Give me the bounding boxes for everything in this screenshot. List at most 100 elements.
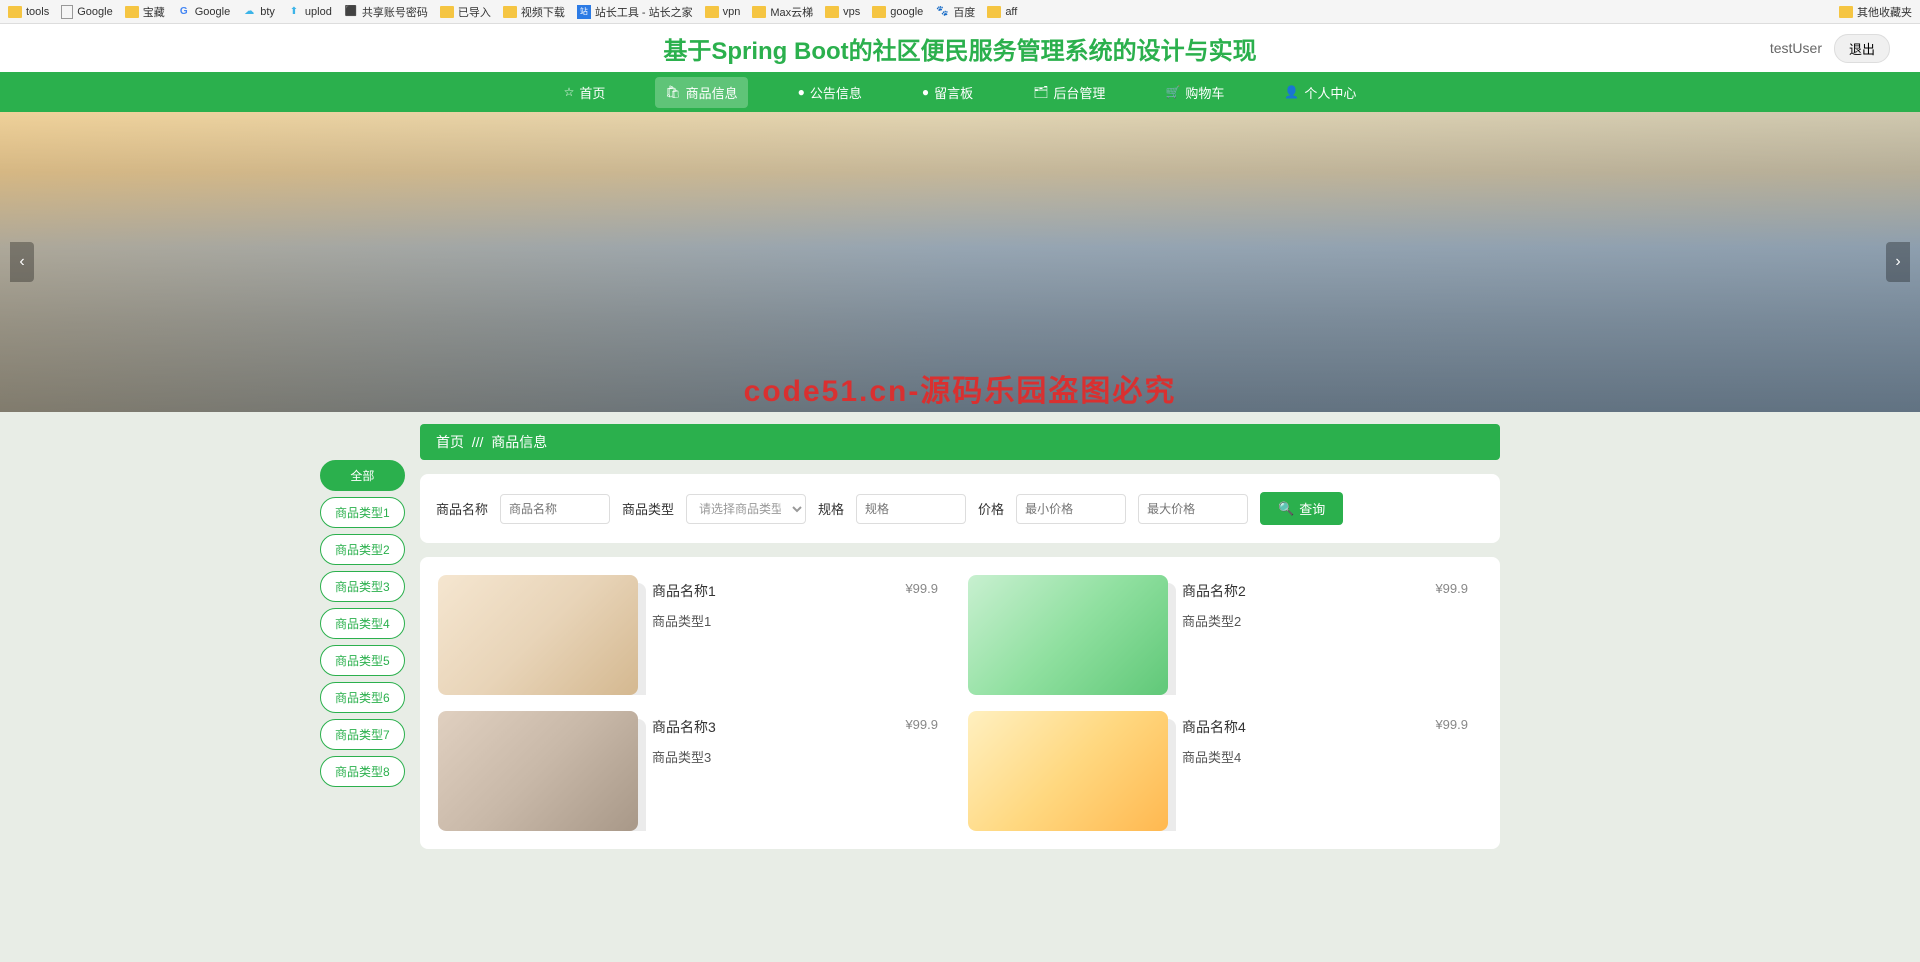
bookmark-label: 百度 [953,4,975,20]
content-wrap: 首页 /// 商品信息 全部 商品类型1 商品类型2 商品类型3 商品类型4 商品类型5… [0,412,1920,889]
bookmark-label: bty [260,6,275,18]
nav-item[interactable]: 🛒购物车 [1155,77,1234,108]
nav-label: 购物车 [1185,83,1224,102]
category-item[interactable]: 商品类型2 [320,534,405,565]
filter-type-select[interactable]: 请选择商品类型 [686,494,806,524]
bookmark-bar: tools Google 宝藏 GGoogle ☁bty ⬆ uplod ⬛共享账号密码 已导入… [0,0,1920,24]
nav-item[interactable]: ●留言板 [912,77,983,108]
watermark-text: code51.cn-源码乐园盗图必究 [744,366,1177,410]
bookmark-item[interactable]: aff [987,6,1017,18]
category-item[interactable]: 商品类型5 [320,645,405,676]
banner-carousel: ‹ › code51.cn-源码乐园盗图必究 [0,112,1920,412]
bookmark-label: uplod [305,6,332,18]
folder-icon [1839,6,1853,18]
bookmark-item[interactable]: 🐾百度 [935,4,975,20]
nav-item[interactable]: ●公告信息 [788,77,872,108]
folder-icon [752,6,766,18]
page-icon [61,5,73,19]
product-price: ¥99.9 [1435,581,1468,596]
filter-spec-input[interactable] [856,494,966,524]
nav-label: 后台管理 [1053,83,1105,102]
product-image [968,711,1168,831]
carousel-next-button[interactable]: › [1886,242,1910,282]
nav-icon: 👤 [1284,85,1299,99]
product-type: 商品类型2 [1182,611,1472,630]
filter-minprice-input[interactable] [1016,494,1126,524]
category-all[interactable]: 全部 [320,460,405,491]
product-type: 商品类型1 [652,611,942,630]
folder-icon [987,6,1001,18]
bookmark-item[interactable]: google [872,6,923,18]
breadcrumb: 首页 /// 商品信息 [420,424,1500,460]
bookmark-other[interactable]: 其他收藏夹 [1839,4,1912,20]
product-image [438,711,638,831]
bookmark-label: tools [26,6,49,18]
bookmark-label: 其他收藏夹 [1857,4,1912,20]
bookmark-label: vpn [723,6,741,18]
product-info: 商品名称3商品类型3¥99.9 [652,711,952,831]
category-item[interactable]: 商品类型6 [320,682,405,713]
category-item[interactable]: 商品类型4 [320,608,405,639]
user-area: testUser 退出 [1770,34,1890,63]
bookmark-item[interactable]: 视频下载 [503,4,565,20]
filter-maxprice-input[interactable] [1138,494,1248,524]
nav-label: 首页 [579,83,605,102]
product-card[interactable]: 商品名称3商品类型3¥99.9 [438,711,952,831]
bookmark-label: aff [1005,6,1017,18]
product-price: ¥99.9 [905,581,938,596]
product-info: 商品名称4商品类型4¥99.9 [1182,711,1482,831]
nav-item[interactable]: 🛍商品信息 [655,77,747,108]
bookmark-label: 宝藏 [143,4,165,20]
product-name: 商品名称2 [1182,581,1472,601]
logout-button[interactable]: 退出 [1834,34,1890,63]
category-item[interactable]: 商品类型3 [320,571,405,602]
product-price: ¥99.9 [1435,717,1468,732]
product-name: 商品名称1 [652,581,942,601]
site-icon: 站 [577,5,591,19]
category-item[interactable]: 商品类型8 [320,756,405,787]
product-price: ¥99.9 [905,717,938,732]
filter-name-label: 商品名称 [436,499,488,518]
product-grid: 商品名称1商品类型1¥99.9商品名称2商品类型2¥99.9商品名称3商品类型3… [438,575,1482,831]
bookmark-item[interactable]: ⬛共享账号密码 [344,4,428,20]
bookmark-item[interactable]: vpn [705,6,741,18]
folder-icon [825,6,839,18]
bookmark-item[interactable]: 站站长工具 - 站长之家 [577,4,693,20]
bookmark-item[interactable]: 宝藏 [125,4,165,20]
site-title: 基于Spring Boot的社区便民服务管理系统的设计与实现 [663,31,1256,66]
breadcrumb-sep: /// [472,434,484,450]
product-card[interactable]: 商品名称2 商品类型2 ¥99.9 [968,575,1482,695]
bookmark-item[interactable]: ☁bty [242,5,275,19]
nav-item[interactable]: 🗂后台管理 [1023,77,1115,108]
nav-label: 公告信息 [810,83,862,102]
bookmark-item[interactable]: 已导入 [440,4,491,20]
product-card[interactable]: 商品名称4商品类型4¥99.9 [968,711,1482,831]
upload-icon: ⬆ [287,5,301,19]
bookmark-item[interactable]: Max云梯 [752,4,813,20]
site-header: 基于Spring Boot的社区便民服务管理系统的设计与实现 testUser … [0,24,1920,72]
bookmark-label: 已导入 [458,4,491,20]
bookmark-label: google [890,6,923,18]
nav-item[interactable]: ☆首页 [554,77,616,108]
breadcrumb-home[interactable]: 首页 [436,434,464,450]
category-sidebar: 全部 商品类型1 商品类型2 商品类型3 商品类型4 商品类型5 商品类型6 商品类型7 商品… [320,460,405,787]
nav-icon: ● [922,85,929,99]
filter-name-input[interactable] [500,494,610,524]
bookmark-item[interactable]: vps [825,6,860,18]
category-item[interactable]: 商品类型7 [320,719,405,750]
bookmark-item[interactable]: tools [8,6,49,18]
product-type: 商品类型3 [652,747,942,766]
nav-icon: 🛍 [665,85,680,99]
product-card[interactable]: 商品名称1 商品类型1 ¥99.9 [438,575,952,695]
carousel-prev-button[interactable]: ‹ [10,242,34,282]
bookmark-item[interactable]: ⬆ uplod [287,5,332,19]
bookmark-item[interactable]: Google [61,5,112,19]
bookmark-item[interactable]: GGoogle [177,5,230,19]
category-item[interactable]: 商品类型1 [320,497,405,528]
product-image [438,575,638,695]
bookmark-label: Max云梯 [770,4,813,20]
nav-item[interactable]: 👤个人中心 [1274,77,1366,108]
search-button[interactable]: 🔍 查询 [1260,492,1343,525]
product-info: 商品名称2 商品类型2 ¥99.9 [1182,575,1482,695]
product-area: 商品名称1商品类型1¥99.9商品名称2商品类型2¥99.9商品名称3商品类型3… [420,557,1500,849]
